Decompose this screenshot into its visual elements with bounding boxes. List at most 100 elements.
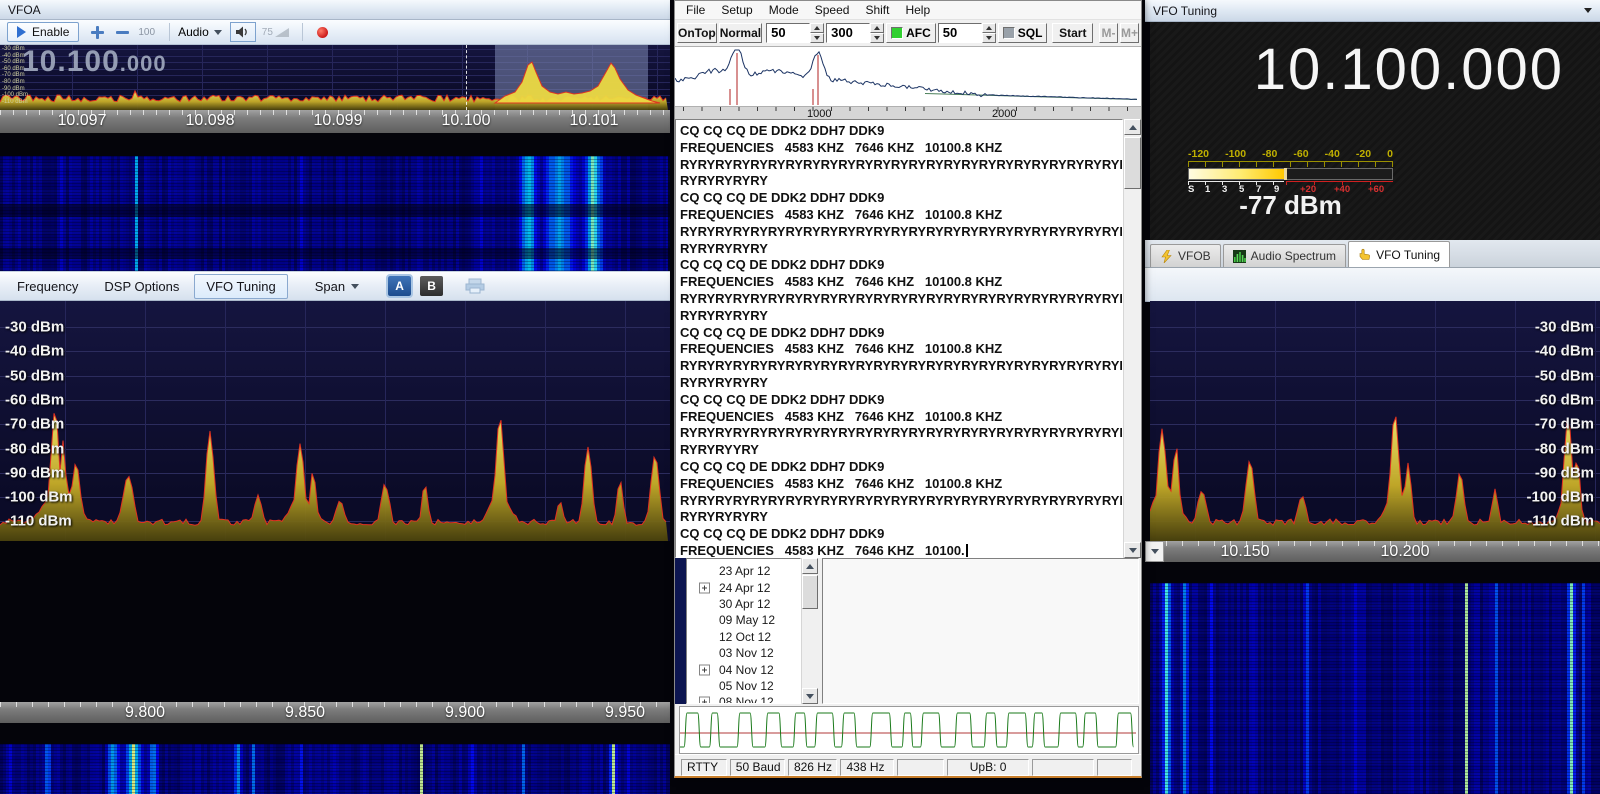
spin-up-button[interactable] [981,23,996,33]
vfoa-frequency-axis[interactable]: 10.097 10.098 10.099 10.100 10.101 [0,110,670,133]
log-date-tree[interactable]: 23 Apr 12 24 Apr 12 30 Apr 12 09 May 12 12 O… [686,558,801,704]
main-waterfall-left[interactable] [0,744,670,794]
scrollbar-thumb[interactable] [1124,137,1141,189]
menu-setup[interactable]: Setup [713,2,760,18]
speaker-icon [235,26,247,38]
squelch-value[interactable]: 50 [937,23,982,43]
ribbon-tab-dsp-options[interactable]: DSP Options [93,275,190,298]
record-button[interactable] [316,26,328,38]
menu-speed[interactable]: Speed [807,2,858,18]
vfoa-spectrum[interactable]: 10.100.000 -30 dBm -40 dBm -50 dBm -60 dBm -… [0,45,670,110]
menu-mode[interactable]: Mode [761,2,807,18]
spin-down-button[interactable] [810,33,825,43]
memory-minus-button[interactable]: M- [1099,23,1118,43]
normal-button[interactable]: Normal [718,23,763,43]
vfo-a-label: A [395,279,404,293]
shift-spinner[interactable]: 300 [826,23,885,43]
vfo-b-button[interactable]: B [420,276,444,296]
expand-plus-icon[interactable] [699,696,710,703]
memory-plus-button[interactable]: M+ [1119,23,1139,43]
printer-icon[interactable] [465,278,485,294]
menu-file[interactable]: File [678,2,713,18]
frequency-readout[interactable]: 10.100.000 [1150,36,1564,103]
tuning-cursor[interactable] [466,45,467,110]
spin-up-button[interactable] [810,23,825,33]
signal-scope[interactable] [679,706,1139,754]
tab-audio-spectrum[interactable]: Audio Spectrum [1222,244,1347,267]
tab-vfo-tuning[interactable]: VFO Tuning [1348,241,1451,267]
freq-label: 10.098 [185,112,235,129]
volume-slider[interactable]: 75 [262,27,290,38]
date-item[interactable]: 30 Apr 12 [687,596,800,612]
date-item[interactable]: 08 Nov 12 [687,694,800,703]
main-spectrum-left[interactable]: -30 dBm -40 dBm -50 dBm -60 dBm -70 dBm -80 d… [0,301,670,541]
db-label: -40 dBm [5,342,65,360]
menu-shift[interactable]: Shift [857,2,897,18]
date-item[interactable]: 24 Apr 12 [687,579,800,595]
decoded-line: RYRYRYRYRYRYRYRYRYRYRYRYRYRYRYRYRYRYRYRY… [680,492,1123,508]
rtty-audio-spectrum[interactable] [675,46,1141,107]
spectrum-icon [1232,249,1246,263]
chevron-down-icon [806,693,814,699]
spin-up-button[interactable] [870,23,885,33]
scroll-down-button[interactable] [802,688,818,704]
baud-spinner[interactable]: 50 [766,23,825,43]
decoded-line: FREQUENCIES 4583 KHZ 7646 KHZ 10100.8 KH… [680,274,1003,290]
scrollbar-thumb[interactable] [802,575,818,609]
panel-menu-icon[interactable] [1584,8,1592,13]
shift-value[interactable]: 300 [826,23,871,43]
text-scrollbar[interactable] [1123,119,1141,558]
scroll-down-button[interactable] [1124,542,1141,558]
start-button[interactable]: Start [1052,23,1094,43]
main-spectrum-right[interactable]: -30 dBm -40 dBm -50 dBm -60 dBm -70 dBm -80 d… [1150,301,1600,541]
ribbon-tab-frequency[interactable]: Frequency [6,275,89,298]
frequency-axis-right[interactable]: 10.150 10.200 [1150,541,1600,562]
scroll-down-button[interactable] [1145,541,1164,562]
zoom-out-icon[interactable] [116,26,130,39]
date-item[interactable]: 12 Oct 12 [687,629,800,645]
expand-plus-icon[interactable] [699,582,710,594]
main-waterfall-right[interactable] [1150,583,1600,794]
enable-button[interactable]: Enable [7,22,80,42]
status-segment-2: 826 Hz [787,758,838,776]
meter-scale-label: -120 [1188,148,1210,160]
db-label: -70 dBm [1534,415,1594,433]
db-label: -30 dBm [1534,318,1594,336]
audio-dropdown[interactable]: Audio [178,25,222,39]
db-label: -70 dBm [5,415,65,433]
spin-up-icon [874,26,881,30]
squelch-spinner[interactable]: 50 [937,23,996,43]
afc-toggle[interactable]: AFC [886,23,936,43]
menu-help[interactable]: Help [897,2,938,18]
spin-down-button[interactable] [981,33,996,43]
decoded-line: FREQUENCIES 4583 KHZ 7646 KHZ 10100.8 KH… [680,139,1003,155]
date-item[interactable]: 05 Nov 12 [687,678,800,694]
date-item[interactable]: 04 Nov 12 [687,661,800,677]
date-item[interactable]: 09 May 12 [687,612,800,628]
db-label: -110 dBm [1527,512,1594,530]
ontop-button[interactable]: OnTop [677,23,717,43]
date-item[interactable]: 03 Nov 12 [687,645,800,661]
baud-value[interactable]: 50 [766,23,811,43]
tab-vfob[interactable]: VFOB [1150,244,1221,267]
zoom-in-icon[interactable] [91,25,105,39]
expand-plus-icon[interactable] [699,664,710,676]
sql-toggle[interactable]: SQL [997,23,1048,43]
frequency-axis-left[interactable]: 9.800 9.850 9.900 9.950 [0,702,670,723]
spin-down-button[interactable] [870,33,885,43]
date-item[interactable]: 23 Apr 12 [687,563,800,579]
tree-scrollbar[interactable] [801,558,818,704]
frequency-display[interactable]: 10.100.000 -120 -100 -80 -60 -40 -20 0 S 1 3 5 7 9 +… [1150,22,1600,240]
axis-ticks [0,702,670,707]
db-label: -100 dBm [2,92,29,99]
scroll-up-button[interactable] [802,558,818,574]
meter-scale-label: 0 [1387,148,1393,160]
scroll-up-button[interactable] [1124,119,1141,135]
log-detail-pane[interactable] [822,558,1139,704]
vfo-a-button[interactable]: A [386,274,414,298]
spin-down-icon [874,36,881,40]
ribbon-tab-vfo-tuning[interactable]: VFO Tuning [194,273,288,299]
span-dropdown[interactable]: Span [304,275,370,298]
mute-button[interactable] [229,22,256,42]
decoded-text-area[interactable]: CQ CQ CQ DE DDK2 DDH7 DDK9 FREQUENCIES 45… [675,119,1123,558]
